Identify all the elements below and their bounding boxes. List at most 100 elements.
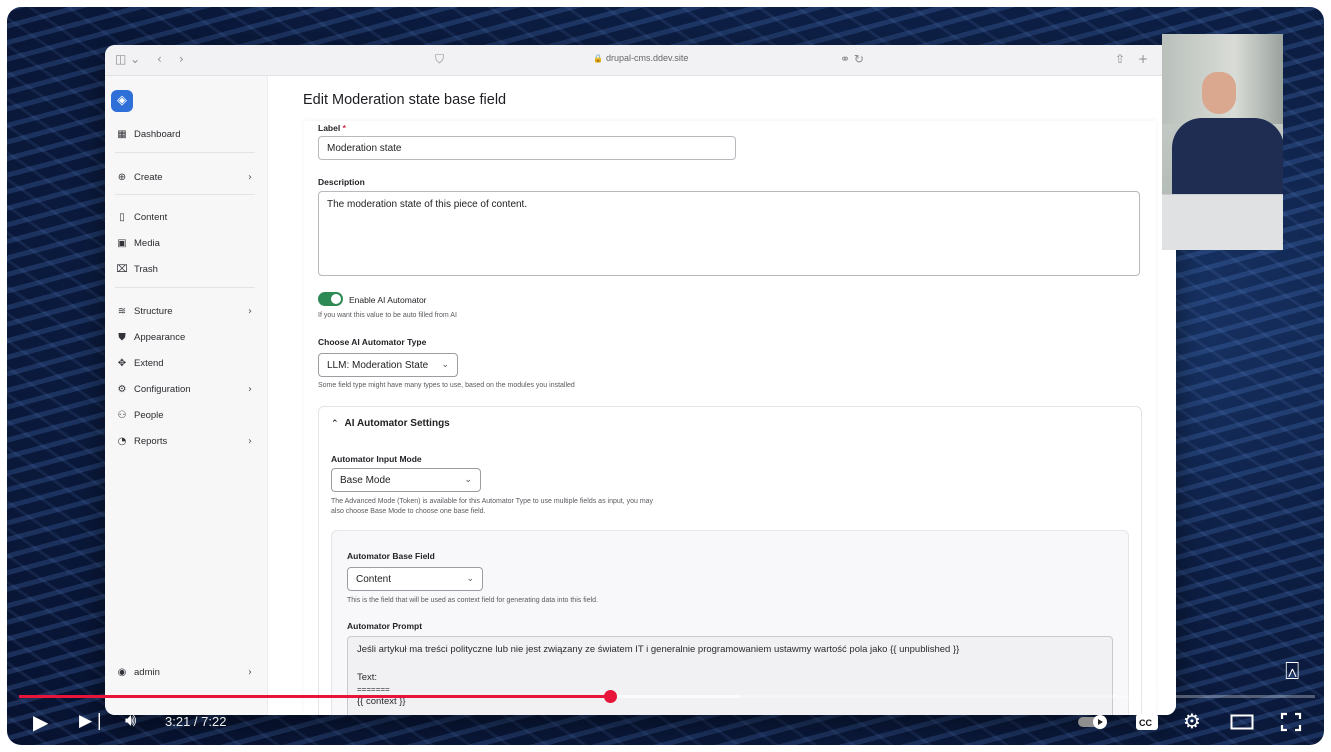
drupal-logo[interactable]: ◈: [111, 90, 133, 112]
video-player[interactable]: ◫ ⌄ ‹ › ⛉ 🔒 drupal-cms.ddev.site ⚭ ↻ ⇧ + …: [7, 7, 1324, 745]
presenter-webcam: [1162, 34, 1283, 250]
input-mode-select[interactable]: Base Mode ⌄: [331, 468, 481, 492]
forward-icon[interactable]: ›: [179, 52, 184, 66]
autoplay-toggle-graphic: [1078, 715, 1107, 729]
browser-window: ◫ ⌄ ‹ › ⛉ 🔒 drupal-cms.ddev.site ⚭ ↻ ⇧ + …: [105, 45, 1176, 715]
automator-type-select[interactable]: LLM: Moderation State ⌄: [318, 353, 458, 377]
sidebar-item-appearance[interactable]: ⛊ Appearance: [115, 328, 260, 346]
chevron-down-icon: ⌄: [441, 360, 449, 370]
sidebar-item-label: Content: [134, 211, 168, 223]
base-field-help: This is the field that will be used as c…: [347, 597, 598, 604]
next-icon[interactable]: ▶❘: [79, 711, 106, 731]
automator-type-help: Some field type might have many types to…: [318, 382, 575, 389]
gear-icon: ⚙: [117, 383, 127, 395]
ai-automator-settings-summary[interactable]: ⌃ AI Automator Settings: [331, 418, 450, 429]
chevron-right-icon: ›: [248, 305, 252, 317]
fullscreen-graphic: [1280, 712, 1302, 732]
label-field-label: Label *: [318, 123, 346, 133]
base-field-select[interactable]: Content ⌄: [347, 567, 483, 591]
sidebar-item-label: Configuration: [134, 383, 191, 395]
chevron-up-icon: ⌃: [331, 418, 339, 429]
sidebar-item-extend[interactable]: ✥ Extend: [115, 354, 260, 372]
automator-prompt-label: Automator Prompt: [347, 621, 423, 631]
new-tab-icon[interactable]: +: [1138, 52, 1148, 66]
time-display: 3:21 / 7:22: [165, 714, 227, 729]
play-icon[interactable]: ▶: [33, 710, 48, 734]
sidebar-item-dashboard[interactable]: ▦ Dashboard: [115, 125, 260, 143]
presenter-head: [1202, 72, 1236, 114]
autoplay-toggle-icon[interactable]: [1078, 714, 1110, 730]
image-icon: ▣: [117, 237, 127, 249]
sidebar-item-media[interactable]: ▣ Media: [115, 234, 260, 252]
theater-mode-icon[interactable]: [1230, 713, 1254, 735]
translate-icon[interactable]: ⚭ ↻: [840, 52, 864, 66]
people-icon: ⚇: [117, 409, 127, 421]
progress-scrubber[interactable]: [604, 690, 617, 703]
automator-type-label: Choose AI Automator Type: [318, 337, 427, 347]
dashboard-icon: ▦: [117, 128, 127, 140]
url-text: drupal-cms.ddev.site: [605, 53, 689, 63]
label-input[interactable]: Moderation state: [318, 136, 736, 160]
share-icon[interactable]: ⇧: [1115, 52, 1125, 66]
svg-text:CC: CC: [1139, 718, 1152, 728]
fullscreen-icon[interactable]: [1280, 712, 1302, 736]
sidebar-item-reports[interactable]: ◔ Reports ›: [115, 432, 260, 450]
sidebar-item-structure[interactable]: ≋ Structure ›: [115, 302, 260, 320]
sidebar-divider: [115, 194, 255, 195]
edit-field-form: Label * Moderation state Description The…: [304, 121, 1156, 715]
sidebar-item-configuration[interactable]: ⚙ Configuration ›: [115, 380, 260, 398]
shield-icon: ⛉: [435, 52, 445, 66]
automator-prompt-textarea[interactable]: Jeśli artykuł ma treści polityczne lub n…: [347, 636, 1113, 715]
description-field-label: Description: [318, 177, 365, 187]
browser-toolbar: ◫ ⌄ ‹ › ⛉ 🔒 drupal-cms.ddev.site ⚭ ↻ ⇧ +: [105, 45, 1176, 76]
ai-automator-settings-panel: ⌃ AI Automator Settings Automator Input M…: [318, 406, 1142, 715]
settings-icon[interactable]: ⚙: [1183, 709, 1201, 733]
sidebar-toggle-icon[interactable]: ◫ ⌄: [115, 52, 140, 66]
input-mode-label: Automator Input Mode: [331, 454, 422, 464]
chevron-right-icon: ›: [248, 383, 252, 395]
sidebar-item-trash[interactable]: ⌧ Trash: [115, 260, 260, 278]
puzzle-icon: ✥: [117, 357, 127, 369]
sidebar-item-label: Dashboard: [134, 128, 181, 140]
admin-sidebar: ◈ ▦ Dashboard ⊕ Create › ▯ Content ▣ Media ⌧ T…: [105, 76, 268, 715]
brush-icon: ⛊: [118, 331, 126, 343]
enable-ai-automator-label: Enable AI Automator: [349, 295, 427, 305]
settings-title: AI Automator Settings: [344, 418, 450, 429]
chevron-right-icon: ›: [248, 666, 252, 678]
sidebar-item-label: People: [134, 409, 164, 421]
sidebar-item-label: Create: [134, 171, 163, 183]
layers-icon: ≋: [117, 305, 127, 317]
main-content: Edit Moderation state base field Label *…: [268, 76, 1176, 715]
lock-icon: 🔒: [593, 54, 603, 63]
sidebar-divider: [115, 152, 255, 153]
user-name: admin: [134, 666, 160, 678]
description-textarea[interactable]: The moderation state of this piece of co…: [318, 191, 1140, 276]
url-bar[interactable]: 🔒 drupal-cms.ddev.site: [593, 53, 688, 63]
required-marker: *: [342, 123, 346, 133]
sidebar-item-content[interactable]: ▯ Content: [115, 208, 260, 226]
sidebar-item-create[interactable]: ⊕ Create ›: [115, 168, 260, 186]
chevron-right-icon: ›: [248, 171, 252, 183]
chevron-down-icon: ⌄: [466, 574, 474, 584]
sidebar-user-menu[interactable]: ◉ admin ›: [115, 663, 260, 681]
sidebar-item-people[interactable]: ⚇ People: [115, 406, 260, 424]
sidebar-item-label: Media: [134, 237, 160, 249]
chart-icon: ◔: [117, 435, 127, 447]
automator-type-value: LLM: Moderation State: [327, 359, 429, 371]
chevron-right-icon: ›: [248, 435, 252, 447]
document-icon: ▯: [119, 211, 125, 223]
back-icon[interactable]: ‹: [157, 52, 162, 66]
input-mode-value: Base Mode: [340, 474, 391, 486]
chevron-down-icon: ⌄: [464, 475, 472, 485]
captions-icon[interactable]: CC: [1135, 713, 1159, 735]
plus-circle-icon: ⊕: [117, 171, 127, 183]
sidebar-item-label: Trash: [134, 263, 158, 275]
trash-icon: ⌧: [116, 263, 128, 275]
enable-ai-automator-help: If you want this value to be auto filled…: [318, 312, 457, 319]
volume-icon[interactable]: 🔊︎: [125, 710, 136, 731]
channel-watermark-icon: ⍓: [1285, 657, 1300, 685]
enable-ai-automator-toggle[interactable]: [318, 292, 343, 306]
captions-graphic: CC: [1136, 714, 1158, 730]
user-icon: ◉: [117, 666, 127, 678]
base-mode-settings: Automator Base Field Content ⌄ This is th…: [331, 530, 1129, 715]
